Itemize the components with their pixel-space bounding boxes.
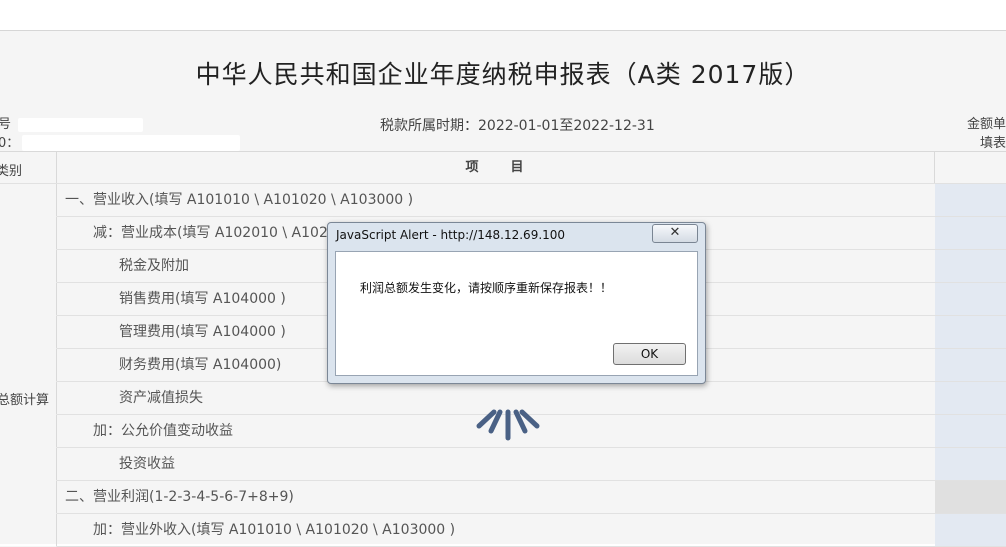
category-label: 总额计算 — [0, 393, 50, 408]
ok-button[interactable]: OK — [613, 343, 686, 365]
row-category-cell — [0, 481, 57, 514]
browser-top-bar — [0, 0, 1006, 31]
table-row: 二、营业利润(1-2-3-4-5-6-7+8+9) — [0, 481, 1006, 514]
header-category: 类别 — [0, 152, 57, 183]
row-amount-input[interactable] — [935, 283, 1006, 315]
row-amount-input[interactable] — [935, 382, 1006, 414]
row-category-cell — [0, 184, 57, 217]
table-header-row: 类别 项 目 — [0, 152, 1006, 184]
row-amount-input[interactable] — [935, 514, 1006, 546]
redacted-field — [22, 135, 240, 151]
row-category-cell — [0, 283, 57, 316]
row-item-label: 二、营业利润(1-2-3-4-5-6-7+8+9) — [57, 481, 943, 513]
taxpayer-meta: 号 0： — [0, 115, 19, 153]
row-category-cell — [0, 349, 57, 382]
alert-message: 利润总额发生变化，请按顺序重新保存报表！！ — [360, 281, 613, 295]
row-amount-input[interactable] — [935, 349, 1006, 381]
row-category-cell — [0, 217, 57, 250]
taxpayer-id-label: 号 — [0, 117, 12, 132]
row-item-label: 加：营业外收入(填写 A101010 \ A101020 \ A103000 ) — [57, 514, 971, 546]
row-amount-input[interactable] — [935, 481, 1006, 513]
row-category-cell — [0, 415, 57, 448]
row-amount-input[interactable] — [935, 415, 1006, 447]
row-amount-input[interactable] — [935, 217, 1006, 249]
table-row: 一、营业收入(填写 A101010 \ A101020 \ A103000 ) — [0, 184, 1006, 217]
row-category-cell — [0, 448, 57, 481]
row-item-label: 一、营业收入(填写 A101010 \ A101020 \ A103000 ) — [57, 184, 943, 216]
table-row: 投资收益 — [0, 448, 1006, 481]
page-title: 中华人民共和国企业年度纳税申报表（A类 2017版） — [195, 60, 811, 89]
row-category-cell — [0, 316, 57, 349]
row-amount-input[interactable] — [935, 448, 1006, 480]
javascript-alert-dialog: JavaScript Alert - http://148.12.69.100 … — [327, 222, 706, 384]
row-item-label: 投资收益 — [57, 448, 997, 480]
tax-period: 税款所属时期：2022-01-01至2022-12-31 — [380, 118, 655, 134]
close-icon: ✕ — [669, 225, 681, 240]
alert-title: JavaScript Alert - http://148.12.69.100 — [336, 228, 566, 242]
header-item: 项 目 — [57, 152, 935, 183]
row-category-cell — [0, 250, 57, 283]
close-button[interactable]: ✕ — [652, 224, 698, 243]
amount-unit-meta: 金额单 填表 — [967, 115, 1006, 153]
row-amount-input[interactable] — [935, 316, 1006, 348]
row-category-cell — [0, 514, 57, 547]
row-amount-input[interactable] — [935, 184, 1006, 216]
alert-body: 利润总额发生变化，请按顺序重新保存报表！！ OK — [335, 251, 698, 376]
amount-unit-label: 金额单 — [966, 117, 1006, 132]
loading-spinner-icon — [476, 409, 540, 441]
table-row: 加：营业外收入(填写 A101010 \ A101020 \ A103000 ) — [0, 514, 1006, 547]
row-amount-input[interactable] — [935, 250, 1006, 282]
redacted-field — [18, 118, 143, 132]
header-amount — [935, 152, 1006, 183]
